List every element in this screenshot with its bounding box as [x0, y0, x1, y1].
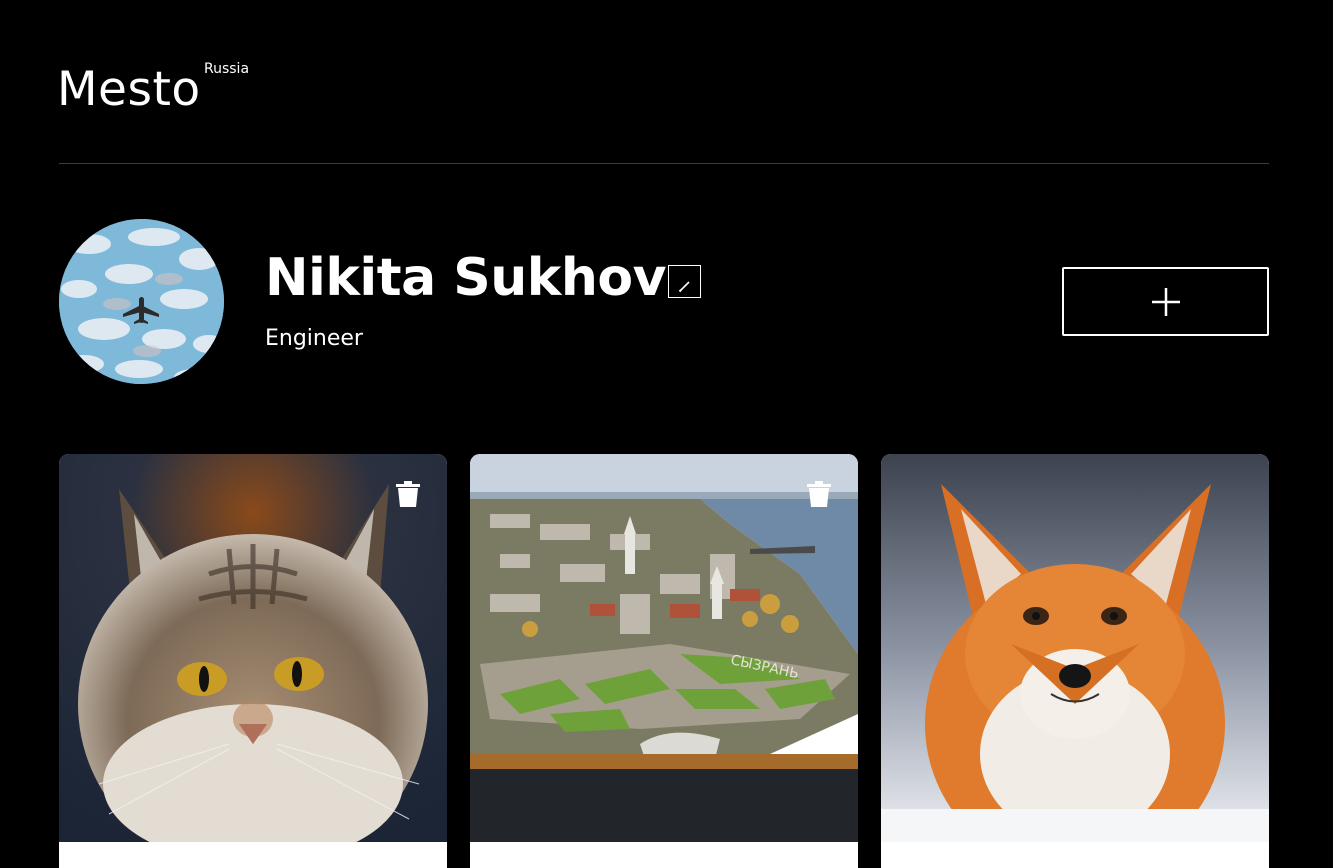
profile-name: Nikita Sukhov: [265, 248, 667, 308]
logo-superscript: Russia: [204, 61, 250, 77]
card-image-fox[interactable]: [881, 454, 1269, 842]
pencil-icon: [678, 280, 690, 292]
add-card-button[interactable]: [1062, 267, 1269, 336]
delete-card-button[interactable]: [395, 480, 421, 508]
delete-card-button[interactable]: [806, 480, 832, 508]
card-caption: [881, 842, 1269, 868]
airplane-in-sky-image: [59, 219, 224, 384]
profile: Nikita Sukhov Engineer: [59, 219, 1269, 385]
card-image-city[interactable]: СЫЗРАНЬ: [470, 454, 858, 842]
trash-icon: [807, 481, 831, 507]
trash-icon: [396, 481, 420, 507]
card-image-cat[interactable]: [59, 454, 447, 842]
card: [881, 454, 1269, 868]
logo-text: Mesto: [57, 62, 201, 117]
card-caption: [59, 842, 447, 868]
edit-profile-button[interactable]: [668, 265, 701, 298]
page: Mesto Russia Nikita Sukhov Engineer СЫЗР…: [0, 0, 1333, 868]
maine-coon-cat-photo: [59, 454, 447, 842]
header: Mesto Russia: [57, 0, 1269, 164]
plus-icon: [1151, 287, 1180, 316]
syzran-city-aerial-photo: СЫЗРАНЬ: [470, 454, 858, 842]
card: [59, 454, 447, 868]
profile-about: Engineer: [265, 326, 363, 351]
red-fox-photo: [881, 454, 1269, 842]
card-caption: [470, 842, 858, 868]
card: СЫЗРАНЬ: [470, 454, 858, 868]
avatar[interactable]: [59, 219, 224, 384]
